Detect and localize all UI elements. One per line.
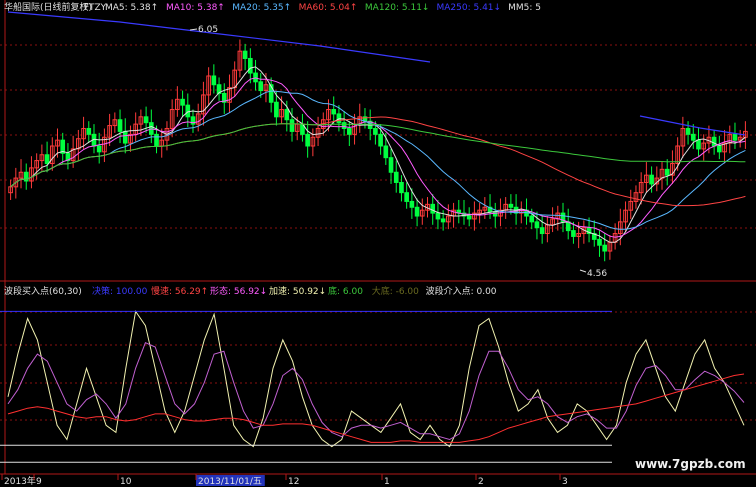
candle-body [44, 154, 50, 165]
candle-body [180, 98, 185, 106]
indicator-value-1: 慢速: 56.29↑ [151, 285, 208, 297]
candle-body [404, 192, 409, 202]
candle-body [211, 75, 217, 86]
candle-body [534, 221, 540, 229]
candle-body [696, 139, 701, 150]
candle-body [690, 133, 696, 141]
candle-body [185, 104, 191, 118]
ma-label-1: MA10: 5.38↑ [166, 3, 225, 13]
candle-body [242, 50, 248, 59]
candle-body [602, 244, 608, 252]
candle-body [122, 130, 128, 144]
watermark: www.7gpzb.com [635, 457, 746, 471]
candle-body [435, 212, 441, 220]
indicator-value-5: 大底: -6.00 [372, 285, 419, 297]
candle-body [539, 227, 545, 235]
ma-legend: MA5: 5.38↑ MA10: 5.38↑ MA20: 5.35↑ MA60: 5.… [105, 3, 541, 13]
candle-body [96, 145, 102, 153]
candle-body [430, 203, 436, 214]
x-axis-label-6: 2 [478, 477, 484, 487]
indicator-value-6: 波段介入点: 0.00 [426, 285, 497, 297]
stock-name: 华船国际(日线前复权) [4, 1, 92, 13]
candle-body [711, 136, 717, 147]
ma-label-6: MM5: 5 [508, 3, 541, 13]
candle-body [685, 127, 691, 135]
candle-body [529, 215, 535, 223]
candle-body [388, 157, 394, 173]
candle-body [347, 127, 352, 135]
candle-body [284, 109, 290, 121]
high-price-label: 6.05 [198, 25, 218, 35]
indicator-name: 波段买入点(60,30) [4, 285, 82, 297]
candle-body [571, 230, 576, 237]
ma-label-2: MA20: 5.35↑ [232, 3, 291, 13]
indicator-value-4: 底: 6.00 [328, 285, 363, 297]
candle-body [409, 200, 415, 208]
candle-body [399, 181, 404, 194]
candle-body [440, 218, 446, 223]
candle-body [305, 133, 310, 147]
x-axis-label-2: 10 [120, 477, 132, 487]
candle-body [258, 81, 264, 92]
candle-body [565, 221, 571, 232]
candle-body [143, 116, 149, 124]
candle-body [414, 206, 420, 217]
candle-body [274, 101, 279, 118]
x-axis-label-5: 1 [384, 477, 390, 487]
candle-body [597, 238, 602, 246]
x-axis-label-0: 2013年 [4, 475, 36, 487]
x-axis-label-1: 9 [36, 477, 42, 487]
ma-label-4: MA120: 5.11↓ [365, 3, 430, 13]
candle-body [508, 203, 514, 208]
candle-body [649, 174, 654, 185]
candle-body [117, 119, 123, 132]
candle-body [341, 122, 347, 129]
indicator-value-2: 形态: 56.92↓ [210, 285, 267, 297]
indicator-value-0: 决策: 100.00 [92, 285, 148, 297]
x-axis-label-4: 12 [288, 477, 299, 487]
indicator-value-3: 加速: 50.92↓ [269, 286, 326, 297]
x-axis-label-7: 3 [562, 477, 568, 487]
ma-label-3: MA60: 5.04↑ [299, 3, 358, 13]
ma-label-0: MA5: 5.38↑ [105, 3, 158, 13]
x-axis-label-3: 2013/11/01/五 [198, 477, 262, 487]
ma-label-5: MA250: 5.41↓ [437, 3, 502, 13]
candle-body [289, 119, 295, 132]
candle-body [393, 171, 399, 183]
candle-body [732, 133, 738, 141]
candle-body [383, 145, 389, 159]
candle-body [86, 127, 92, 135]
indicator-legend: 决策: 100.00 慢速: 56.29↑ 形态: 56.92↓ 加速: 50.92↓… [92, 285, 497, 297]
stock-code: FTZY [84, 3, 107, 13]
candle-body [331, 109, 337, 115]
candle-body [154, 133, 159, 147]
low-price-label: 4.56 [587, 269, 607, 279]
candle-body [336, 113, 342, 124]
candle-body [466, 215, 472, 220]
candle-body [373, 127, 378, 135]
candle-body [378, 133, 383, 147]
candle-body [664, 168, 670, 176]
stock-chart: 华船国际(日线前复权) FTZY MA5: 5.38↑ MA10: 5.38↑ MA… [0, 0, 756, 487]
candle-body [248, 57, 253, 74]
candle-body [717, 145, 722, 153]
